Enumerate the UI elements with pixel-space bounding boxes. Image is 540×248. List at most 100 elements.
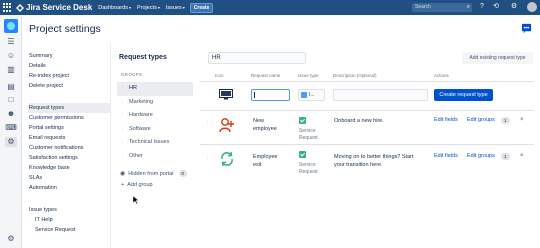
service-request-icon xyxy=(299,151,306,158)
add-existing-request-type-button[interactable]: Add existing request type xyxy=(462,52,533,64)
column-header-icon: Icon xyxy=(215,73,224,78)
create-request-type-button[interactable]: Create request type xyxy=(434,89,493,101)
header-divider xyxy=(200,81,534,82)
sidebar-item-knowledge-base[interactable]: Knowledge base xyxy=(28,163,110,173)
request-description: Onboard a new hire. xyxy=(334,118,384,124)
nav-projects[interactable]: Projects ▾ xyxy=(137,5,160,11)
chevron-down-icon: ▾ xyxy=(182,5,185,10)
app-name: Jira Service Desk xyxy=(26,3,93,12)
sidebar-item-request-types[interactable]: Request types xyxy=(28,103,110,113)
app-logo[interactable]: Jira Service Desk xyxy=(16,3,92,12)
group-count-badge: 1 xyxy=(501,153,510,160)
drag-handle-icon[interactable]: ⋮⋮ xyxy=(120,82,130,96)
sidebar-item-reindex[interactable]: Re-index project xyxy=(28,71,110,81)
nav-issues[interactable]: Issues ▾ xyxy=(166,5,185,11)
customers-icon[interactable]: ☺ xyxy=(5,51,17,61)
settings-sidebar: Summary Details Re-index project Delete … xyxy=(28,51,110,235)
global-search-input[interactable]: Search ⌕ xyxy=(412,3,472,12)
hidden-from-portal[interactable]: ◉ Hidden from portal 0 xyxy=(120,170,188,177)
edit-groups-link[interactable]: Edit groups xyxy=(467,117,495,123)
notifications-icon[interactable]: ⟲ xyxy=(491,2,501,12)
sidebar-item-customer-permissions[interactable]: Customer permissions xyxy=(28,113,110,123)
row-divider xyxy=(200,144,534,145)
app-switcher-icon[interactable] xyxy=(3,3,12,12)
settings-gear-icon[interactable]: ⚙ xyxy=(509,2,519,12)
request-name-input[interactable] xyxy=(251,89,290,101)
request-types-heading: Request types xyxy=(119,54,167,61)
raise-request-icon[interactable]: □ xyxy=(5,95,17,105)
add-group-link[interactable]: + Add group xyxy=(121,182,153,188)
hidden-count-badge: 0 xyxy=(178,170,188,177)
request-name: Employee exit xyxy=(253,154,278,168)
drag-handle-icon[interactable]: ⋮⋮ xyxy=(205,155,215,161)
project-settings-icon[interactable]: ⚙ xyxy=(5,137,17,147)
group-item-marketing[interactable]: ⋮⋮ Marketing xyxy=(117,96,193,110)
sidebar-item-summary[interactable]: Summary xyxy=(28,51,110,61)
column-header-name: Request name xyxy=(251,73,281,78)
sidebar-item-automation[interactable]: Automation xyxy=(28,183,110,193)
chevron-down-icon: ▾ xyxy=(157,5,160,10)
delete-icon[interactable]: × xyxy=(520,153,524,159)
sidebar-item-it-help[interactable]: IT Help xyxy=(28,215,110,225)
invite-team-icon[interactable]: ☻ xyxy=(5,109,17,119)
sidebar-item-details[interactable]: Details xyxy=(28,61,110,71)
drag-handle-icon[interactable]: ⋮⋮ xyxy=(205,120,215,126)
edit-fields-link[interactable]: Edit fields xyxy=(434,117,458,123)
request-description: Moving on to better things? Start your t… xyxy=(334,154,414,168)
sidebar-item-portal-settings[interactable]: Portal settings xyxy=(28,123,110,133)
mouse-pointer-icon xyxy=(133,196,139,204)
sidebar-item-service-request[interactable]: Service Request xyxy=(28,225,110,235)
settings-gear-icon[interactable]: ⚙ xyxy=(5,234,17,244)
column-header-description: Description (Optional) xyxy=(333,73,377,78)
column-header-actions: Actions xyxy=(434,73,449,78)
sidebar-item-satisfaction-settings[interactable]: Satisfaction settings xyxy=(28,153,110,163)
project-avatar-icon[interactable] xyxy=(4,19,18,33)
edit-fields-link[interactable]: Edit fields xyxy=(434,153,458,159)
sidebar-item-email-requests[interactable]: Email requests xyxy=(28,133,110,143)
page-title: Project settings xyxy=(29,23,101,35)
add-user-icon[interactable] xyxy=(219,117,235,133)
knowledge-icon[interactable]: ▤ xyxy=(5,82,17,92)
groups-label: GROUPS xyxy=(121,72,143,77)
request-name: New employee xyxy=(253,118,277,132)
group-item-software[interactable]: ⋮⋮ Software xyxy=(117,123,193,137)
column-header-type: Issue type xyxy=(298,73,319,78)
sidebar-item-slas[interactable]: SLAs xyxy=(28,173,110,183)
top-navigation-bar: Jira Service Desk Dashboards ▾ Projects ▾ … xyxy=(0,0,540,15)
group-item-technical-issues[interactable]: ⋮⋮ Technical Issues xyxy=(117,136,193,150)
sidebar-item-delete-project[interactable]: Delete project xyxy=(28,81,110,91)
drag-handle-icon[interactable]: ⋮⋮ xyxy=(120,136,130,150)
sidebar-item-issue-types[interactable]: Issue types xyxy=(28,205,110,215)
help-icon[interactable]: ? xyxy=(477,2,487,12)
request-type-search-input[interactable]: HR xyxy=(208,52,306,64)
user-avatar[interactable] xyxy=(527,2,537,12)
eye-icon: ◉ xyxy=(120,171,126,177)
channels-icon[interactable]: ⌨ xyxy=(5,123,17,133)
delete-icon[interactable]: × xyxy=(520,117,524,123)
plus-icon: + xyxy=(121,182,125,188)
drag-handle-icon[interactable]: ⋮⋮ xyxy=(120,109,130,123)
drag-handle-icon[interactable]: ⋮⋮ xyxy=(120,123,130,137)
create-button[interactable]: Create xyxy=(189,2,214,13)
group-item-hardware[interactable]: ⋮⋮ Hardware xyxy=(117,109,193,123)
monitor-icon[interactable] xyxy=(219,89,233,100)
reports-icon[interactable]: ▥ xyxy=(5,65,17,75)
app-root: Jira Service Desk Dashboards ▾ Projects ▾ … xyxy=(0,0,540,248)
edit-groups-link[interactable]: Edit groups xyxy=(467,153,495,159)
nav-dashboards[interactable]: Dashboards ▾ xyxy=(98,5,131,11)
cycle-arrows-icon[interactable] xyxy=(219,151,235,167)
description-input[interactable] xyxy=(333,89,428,101)
issue-type-select[interactable]: I... xyxy=(298,89,325,101)
group-item-other[interactable]: ⋮⋮ Other xyxy=(117,150,193,164)
sidebar-item-customer-notifications[interactable]: Customer notifications xyxy=(28,143,110,153)
queues-icon[interactable]: ☰ xyxy=(5,37,17,47)
project-rail: ☰ ☺ ▥ ▤ □ ☻ ⌨ ⚙ ⚙ xyxy=(0,15,22,248)
feedback-icon[interactable] xyxy=(521,23,532,34)
drag-handle-icon[interactable]: ⋮⋮ xyxy=(120,96,130,110)
search-icon: ⌕ xyxy=(466,4,470,10)
drag-handle-icon[interactable]: ⋮⋮ xyxy=(120,150,130,164)
issue-type-cell: Service Request xyxy=(299,117,318,143)
group-list: ⋮⋮ HR ⋮⋮ Marketing ⋮⋮ Hardware ⋮⋮ Software ⋮… xyxy=(117,82,193,163)
jira-logo-icon xyxy=(16,3,24,12)
group-item-hr[interactable]: ⋮⋮ HR xyxy=(117,82,193,96)
